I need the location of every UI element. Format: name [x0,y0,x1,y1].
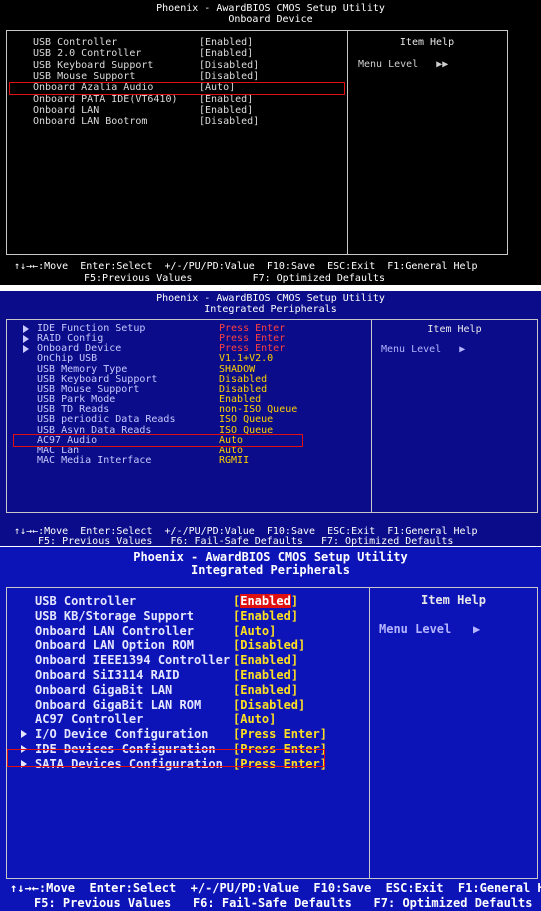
help-divider [371,320,372,512]
setting-value[interactable]: [Enabled] [199,94,253,105]
screen-header: Phoenix - AwardBIOS CMOS Setup Utility O… [0,0,541,25]
submenu-arrow-icon [23,345,29,354]
bios-screen-integrated-peripherals-b: Phoenix - AwardBIOS CMOS Setup Utility I… [0,547,541,911]
key-help-line-1: ↑↓→←:Move Enter:Select +/-/PU/PD:Value F… [14,261,478,272]
submenu-arrow-icon [23,335,29,344]
setting-value[interactable]: [Enabled] [199,37,253,48]
setting-label: Onboard LAN Controller [35,623,194,638]
setting-value-text: Enabled [240,682,291,697]
menu-level-label: Menu Level [358,59,419,70]
value-bracket-close: ] [298,697,306,712]
setting-value-text: Auto [240,712,270,727]
utility-title: Phoenix - AwardBIOS CMOS Setup Utility [156,3,385,14]
menu-level-label: Menu Level [381,344,442,355]
setting-label: USB Controller [35,594,137,608]
setting-value[interactable]: [Press Enter] [233,727,327,741]
utility-title: Phoenix - AwardBIOS CMOS Setup Utility [156,293,385,304]
key-help-line-2: F5: Previous Values F6: Fail-Safe Defaul… [34,896,533,910]
item-help-title: Item Help [427,324,482,335]
help-divider [369,588,370,878]
item-help-title: Item Help [420,593,487,607]
setting-label: Onboard SiI3114 RAID [35,668,180,682]
setting-label: Onboard GigaBit LAN ROM [35,697,202,712]
setting-label: USB Keyboard Support [33,59,154,71]
setting-value-text: Enabled [240,608,291,623]
key-help-line-2: F5:Previous Values F7: Optimized Default… [84,273,386,284]
setting-value[interactable]: [Enabled] [233,594,298,608]
bios-screen-onboard-device: Phoenix - AwardBIOS CMOS Setup Utility O… [0,0,541,285]
setting-value[interactable]: [Enabled] [199,105,253,116]
settings-frame: IDE Function Setup Press Enter RAID Config… [6,319,538,513]
bios-screen-integrated-peripherals-a: Phoenix - AwardBIOS CMOS Setup Utility I… [0,291,541,546]
value-bracket-close: ] [319,727,327,742]
menu-level-marker-icon: ▶ [459,344,466,355]
setting-value-text: Enabled [240,668,291,682]
setting-value[interactable]: [Disabled] [233,638,305,652]
submenu-arrow-icon [23,325,29,333]
setting-value-text: Auto [240,623,270,638]
setting-value[interactable]: [Enabled] [199,48,253,59]
setting-label: AC97 Controller [35,712,144,727]
setting-label: USB KB/Storage Support [35,608,194,623]
page-subtitle: Integrated Peripherals [204,304,337,315]
value-bracket-close: ] [269,623,277,638]
setting-value[interactable]: [Enabled] [233,668,298,682]
setting-value-text: Enabled [240,594,291,608]
setting-value[interactable]: [Enabled] [233,683,298,697]
selection-highlight [7,749,325,767]
setting-value-text: Press Enter [240,727,320,742]
key-help-line-1: ↑↓→←:Move Enter:Select +/-/PU/PD:Value F… [10,881,541,895]
value-bracket-close: ] [290,653,299,668]
menu-level-marker-icon: ▶▶ [436,59,449,70]
setting-value[interactable]: [Auto] [233,624,276,638]
menu-level-indicator: Menu Level ▶ [381,344,465,355]
setting-value-text: Disabled [240,697,299,712]
setting-label: USB Mouse Support [33,70,136,82]
menu-level-marker-icon: ▶ [472,622,481,636]
page-subtitle: Onboard Device [228,14,313,25]
setting-value[interactable]: [Enabled] [233,609,298,623]
setting-label: Onboard PATA IDE(VT6410) [33,93,178,105]
setting-label: Onboard GigaBit LAN [35,682,173,697]
setting-value[interactable]: [Disabled] [199,60,259,71]
setting-label: Onboard LAN [33,104,100,116]
setting-value[interactable]: [Disabled] [199,116,259,127]
help-divider [347,31,348,254]
submenu-arrow-icon [21,730,27,739]
setting-label: USB 2.0 Controller [33,48,142,60]
setting-value[interactable]: [Enabled] [233,653,298,667]
value-bracket-close: ] [298,638,306,653]
settings-frame: USB Controller [Enabled] USB 2.0 Controlle… [6,30,508,255]
screen-header: Phoenix - AwardBIOS CMOS Setup Utility I… [0,547,541,577]
value-bracket-close: ] [290,608,299,623]
item-help-title: Item Help [399,37,455,48]
setting-value-text: Enabled [240,653,291,668]
screen-header: Phoenix - AwardBIOS CMOS Setup Utility I… [0,291,541,315]
setting-label: Onboard LAN Bootrom [33,116,148,128]
setting-value[interactable]: [Disabled] [199,71,259,82]
setting-value[interactable]: RGMII [219,455,249,466]
setting-value[interactable]: [Disabled] [233,698,305,712]
page-subtitle: Integrated Peripherals [191,563,350,578]
menu-level-indicator: Menu Level ▶ [379,622,480,636]
value-bracket-close: ] [269,712,277,727]
selection-highlight [13,434,303,447]
setting-value[interactable]: [Auto] [233,712,276,726]
setting-label: Onboard IEEE1394 Controller [35,653,231,668]
key-help-line-2: F5: Previous Values F6: Fail-Safe Defaul… [38,536,454,546]
value-bracket-close: ] [290,668,299,682]
setting-label: I/O Device Configuration [35,727,209,742]
value-bracket-close: ] [290,682,299,697]
menu-level-label: Menu Level [379,622,452,636]
setting-value-text: Disabled [240,638,299,653]
setting-label: MAC Media Interface [37,454,152,466]
setting-label: Onboard LAN Option ROM [35,638,194,653]
selection-highlight [9,82,345,95]
settings-frame: USB Controller [Enabled] USB KB/Storage Su… [6,587,538,879]
value-bracket-close: ] [290,594,299,608]
setting-label: USB Controller [33,37,118,48]
menu-level-indicator: Menu Level ▶▶ [358,59,448,70]
